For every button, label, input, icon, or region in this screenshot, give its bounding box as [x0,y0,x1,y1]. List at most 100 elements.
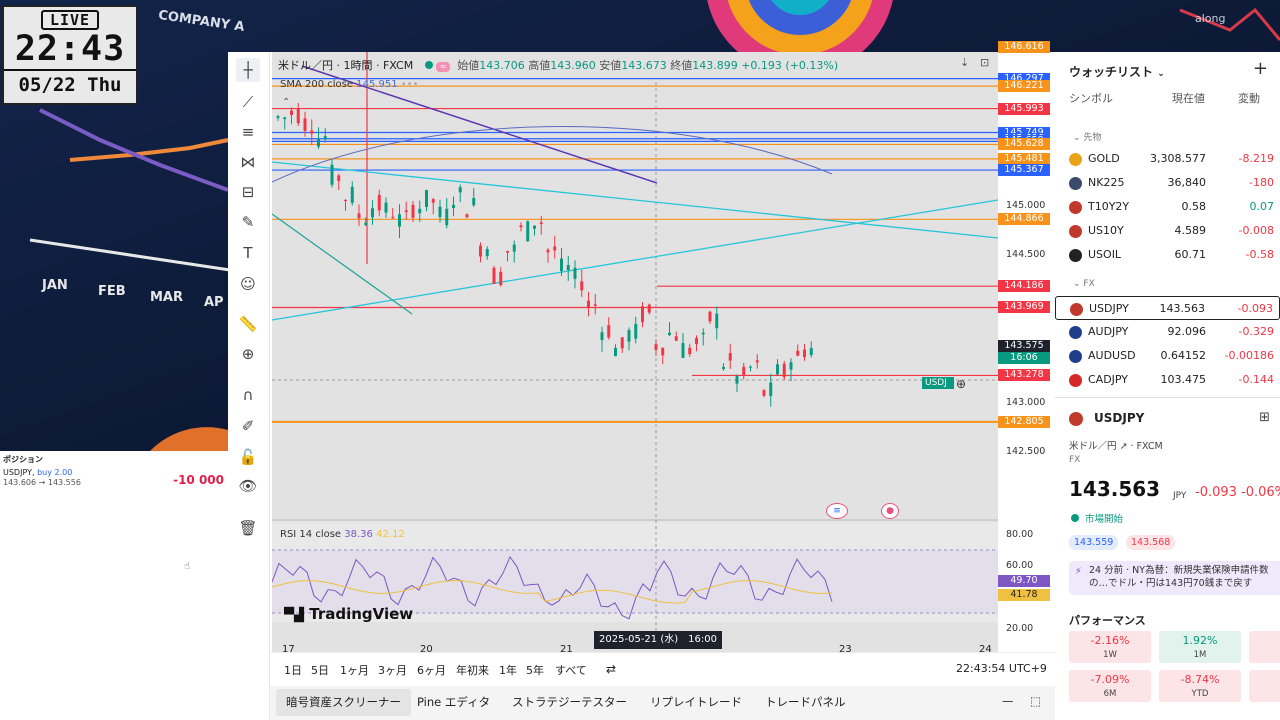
candle [580,281,584,291]
row-symbol: USDJPY [1089,302,1129,315]
tf-6m[interactable]: 6ヶ月 [417,662,446,678]
tab-replay[interactable]: リプレイトレード [650,694,742,710]
tf-all[interactable]: すべて [555,662,587,678]
candle [573,267,577,279]
row-symbol: GOLD [1088,152,1120,165]
candle [809,348,813,356]
watchlist-row-cadjpy[interactable]: CADJPY 103.475 -0.144 [1055,368,1280,392]
candle [492,267,496,284]
tf-1m[interactable]: 1ヶ月 [340,662,369,678]
col-price[interactable]: 現在値 [1172,90,1205,106]
detail-subtitle[interactable]: 米ドル／円 ↗ · FXCM [1069,438,1163,452]
date-range-icon[interactable]: ⇄ [606,662,616,676]
news-item[interactable]: ⚡ 24 分前 · NY為替：新規失業保険申請件数の…でドル・円は143円70銭… [1069,561,1280,595]
perf-box[interactable]: -4 [1249,631,1280,663]
candle [438,206,442,218]
row-change: -0.00186 [1224,349,1274,362]
trash-icon[interactable]: 🗑 [236,516,260,540]
close-value: 143.899 [692,59,738,72]
candle [377,194,381,211]
section-fx[interactable]: ⌄ FX [1073,279,1095,289]
expand-icon[interactable]: ⬚ [1030,694,1041,708]
watchlist-row-nk225[interactable]: NK225 36,840 -180 [1055,171,1280,195]
trend-line [272,213,413,315]
collapse-icon[interactable]: ⌃ [282,97,290,108]
layout-icon[interactable]: ⊞ [1259,410,1270,425]
price-chart-svg[interactable] [272,52,998,652]
perf-box[interactable]: 1.92% 1M [1159,631,1241,663]
lock-draw-icon[interactable]: ✐ [236,414,260,438]
sma-value: 145.951 [356,79,398,90]
watchlist-row-audusd[interactable]: AUDUSD 0.64152 -0.00186 [1055,344,1280,368]
row-price: 92.096 [1167,325,1207,338]
section-futures[interactable]: ⌄ 先物 [1073,130,1101,143]
brush-icon[interactable]: ✎ [236,210,260,234]
price-tag: 145.367 [998,164,1050,177]
section-futures-label: 先物 [1083,133,1102,143]
col-symbol[interactable]: シンボル [1069,90,1113,106]
crosshair-icon[interactable]: ┼ [236,58,260,82]
price-axis[interactable]: 146.616146.297146.221145.993145.749145.6… [998,41,1055,684]
add-symbol-icon[interactable]: + [1253,58,1268,79]
tab-trade-panel[interactable]: トレードパネル [765,694,846,710]
tab-crypto-screener[interactable]: 暗号資産スクリーナー [276,689,411,716]
download-icon[interactable]: ⇣ [960,56,969,69]
perf-box[interactable]: -8.74% YTD [1159,670,1241,702]
watchlist-row-us10y[interactable]: US10Y 4.589 -0.008 [1055,219,1280,243]
watchlist-row-usoil[interactable]: USOIL 60.71 -0.58 [1055,243,1280,267]
tf-3m[interactable]: 3ヶ月 [378,662,407,678]
high-label: 高値 [528,59,551,72]
tf-1y[interactable]: 1年 [499,662,517,678]
tf-5d[interactable]: 5日 [311,662,329,678]
tf-1d[interactable]: 1日 [284,662,302,678]
emoji-icon[interactable]: ☺ [236,272,260,296]
candle [701,332,705,335]
watchlist-row-t10y2y[interactable]: T10Y2Y 0.58 0.07 [1055,195,1280,219]
open-value: 143.706 [479,59,525,72]
chart-symbol[interactable]: 米ドル／円 · 1時間 · FXCM [278,59,413,72]
forecast-icon[interactable]: ⊟ [236,180,260,204]
candle [607,325,611,338]
status-dot-icon [424,61,433,69]
detail-symbol[interactable]: USDJPY [1094,411,1144,425]
minimize-icon[interactable]: — [1002,694,1014,708]
tab-strategy-tester[interactable]: ストラテジーテスター [512,694,627,710]
event-dot-icon[interactable]: ● [881,503,899,519]
candle [479,245,482,257]
tf-5y[interactable]: 5年 [526,662,544,678]
add-alert-icon[interactable]: ⊕ [956,377,966,391]
tf-ytd[interactable]: 年初来 [456,662,489,678]
event-flag-icon[interactable]: ≡ [826,503,848,519]
zoom-icon[interactable]: ⊕ [236,342,260,366]
more-icon[interactable]: ••• [401,79,419,90]
fib-icon[interactable]: ≡ [236,120,260,144]
sma-legend[interactable]: SMA 200 close 145.951 ••• [280,79,418,90]
price-tag: 143.969 [998,301,1050,314]
eye-icon[interactable]: 👁 [236,474,260,498]
trend-line-icon[interactable]: ⟋ [236,90,260,114]
text-icon[interactable]: T [236,241,260,265]
bottom-panel-tabs: 暗号資産スクリーナー Pine エディタ ストラテジーテスター リプレイトレード… [270,686,1055,720]
maximize-icon[interactable]: ⊡ [980,56,989,69]
col-change[interactable]: 変動 [1238,90,1260,106]
price-tag: 145.993 [998,102,1050,115]
watchlist-row-audjpy[interactable]: AUDJPY 92.096 -0.329 [1055,320,1280,344]
lock-icon[interactable]: 🔓 [236,445,260,469]
perf-box[interactable]: -8 [1249,670,1280,702]
rsi-legend[interactable]: RSI 14 close 38.36 42.12 [280,529,405,540]
watchlist-title[interactable]: ウォッチリスト ⌄ [1069,63,1165,80]
pattern-icon[interactable]: ⋈ [236,150,260,174]
symbol-logo-icon [1069,326,1082,339]
tab-pine-editor[interactable]: Pine エディタ [417,694,490,710]
chart-clock[interactable]: 22:43:54 UTC+9 [956,662,1047,675]
watchlist-row-gold[interactable]: GOLD 3,308.577 -8.219 [1055,147,1280,171]
perf-value: -7.09% [1090,673,1130,686]
magnet-icon[interactable]: ∩ [236,383,260,407]
row-symbol: US10Y [1088,224,1124,237]
chart-plot[interactable]: 米ドル／円 · 1時間 · FXCM ≈ 始値143.706 高値143.960… [272,52,998,684]
month-label: AP [204,295,224,310]
watchlist-row-usdjpy[interactable]: USDJPY 143.563 -0.093 [1055,296,1280,320]
perf-box[interactable]: -7.09% 6M [1069,670,1151,702]
perf-box[interactable]: -2.16% 1W [1069,631,1151,663]
ruler-icon[interactable]: 📏 [236,312,260,336]
